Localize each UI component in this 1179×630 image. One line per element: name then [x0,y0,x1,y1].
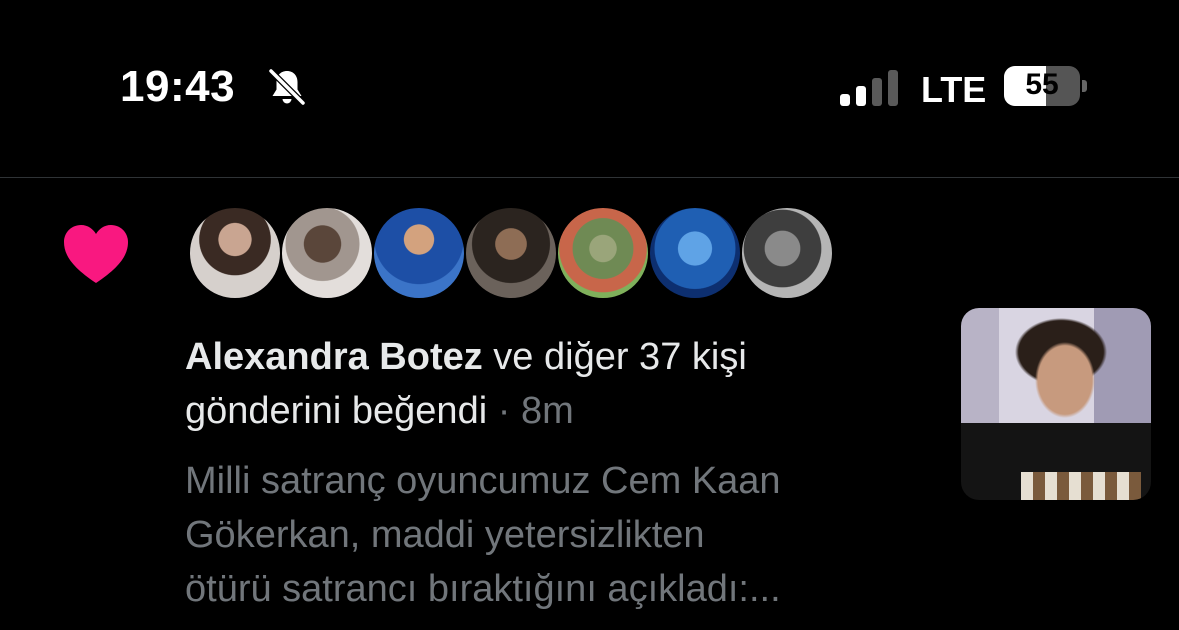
time-ago: 8m [520,390,574,432]
avatar[interactable] [648,206,742,300]
avatar[interactable] [740,206,834,300]
network-type: LTE [921,69,987,110]
battery-cap [1082,80,1087,92]
battery-percent: 55 [1025,68,1059,101]
heart-icon [64,225,128,283]
status-time: 19:43 [120,62,236,111]
muted-bell-icon [268,68,306,106]
status-bar: 19:43 LTE 55 [0,0,1179,178]
actor-name[interactable]: Alexandra Botez [185,336,483,378]
separator-dot: · [487,390,521,432]
avatar[interactable] [372,206,466,300]
avatar[interactable] [188,206,282,300]
liker-avatars [188,206,834,300]
battery-icon: 55 [1004,66,1080,106]
avatar[interactable] [280,206,374,300]
post-thumbnail[interactable] [961,308,1151,500]
post-snippet[interactable]: Milli satranç oyuncumuz Cem Kaan Gökerka… [185,454,925,616]
chessboard-image [1021,472,1141,500]
avatar[interactable] [556,206,650,300]
avatar[interactable] [464,206,558,300]
like-notification[interactable]: Alexandra Botez ve diğer 37 kişi gönderi… [0,178,1179,630]
signal-strength-icon [840,70,898,106]
notification-text: Alexandra Botez ve diğer 37 kişi gönderi… [185,330,905,438]
